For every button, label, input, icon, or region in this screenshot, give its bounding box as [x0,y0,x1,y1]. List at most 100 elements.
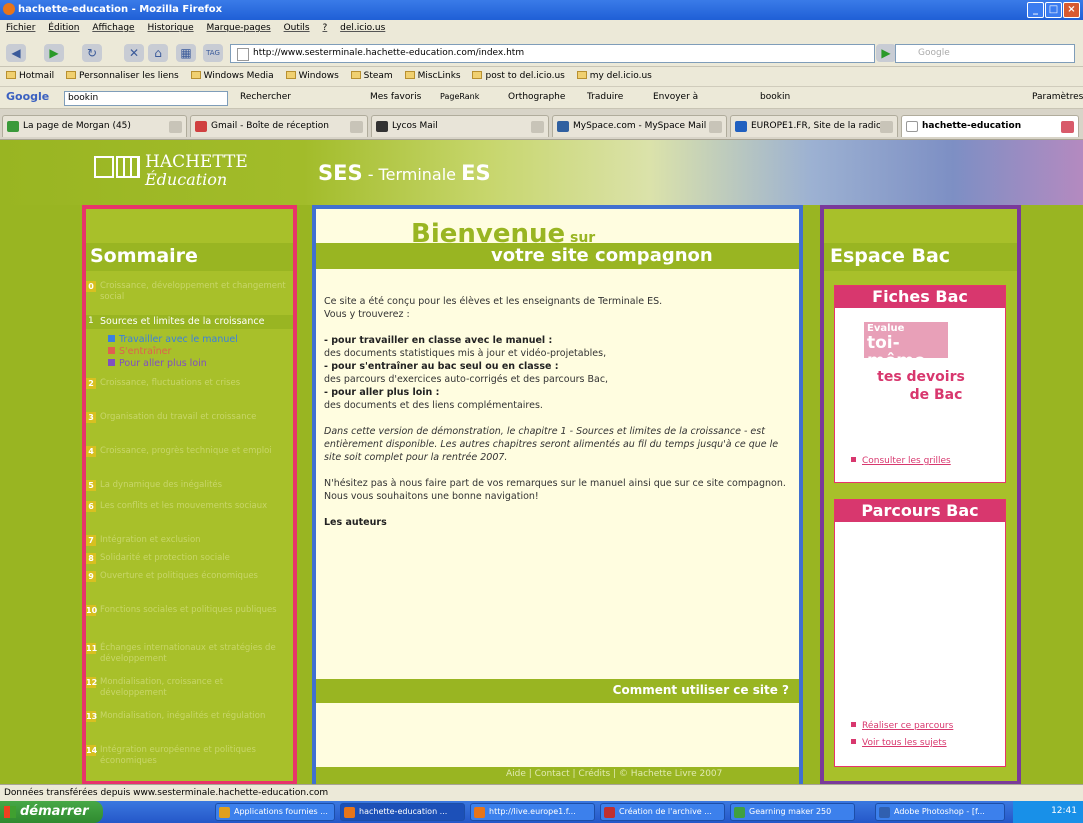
sub-label: S'entraîner [119,346,172,357]
ses-title: SES - Terminale ES [318,161,491,185]
authors-signature: Les auteurs [324,517,387,528]
espace-bac-heading: Espace Bac [824,243,1017,271]
tab-gmail[interactable]: Gmail - Boîte de réception [190,115,368,137]
toc-num: 2 [86,378,96,389]
google-logo: Google [6,90,50,103]
toc-sub-aller-plus-loin[interactable]: Pour aller plus loin [108,358,207,369]
tag-icon[interactable]: TAG [203,44,223,62]
tab-myspace[interactable]: MySpace.com - MySpace Mail [552,115,727,137]
favicon [557,121,569,132]
tab-hachette[interactable]: hachette-education [901,115,1079,137]
menu-aide[interactable]: ? [322,23,327,33]
sommaire-panel: Sommaire 0 Croissance, développement et c… [82,205,297,784]
toc-label: Ouverture et politiques économiques [100,571,258,581]
mes-favoris-button[interactable]: Mes favoris [370,92,421,102]
tab-lycos[interactable]: Lycos Mail [371,115,549,137]
taskbar-item-europe1[interactable]: http://live.europe1.f... [470,803,595,821]
hachette-logo-mark [94,156,114,178]
bookmark-personnaliser[interactable]: Personnaliser les liens [65,71,179,81]
minimize-button[interactable]: _ [1027,2,1044,18]
bookmark-windows-media[interactable]: Windows Media [190,71,274,81]
toc-label: Mondialisation, croissance et développem… [100,677,224,698]
bookmark-label: post to del.icio.us [485,71,565,81]
reload-icon[interactable]: ↻ [82,44,102,62]
footer-links[interactable]: Aide | Contact | Crédits | © Hachette Li… [316,767,799,784]
bookmark-misclinks[interactable]: MiscLinks [404,71,461,81]
taskbar-item-hachette[interactable]: hachette-education ... [340,803,465,821]
toc-item-1-active[interactable]: 1 Sources et limites de la croissance [86,315,293,329]
traduire-button[interactable]: Traduire [587,92,623,102]
bookmark-my-delicious[interactable]: my del.icio.us [576,71,652,81]
clock: 12:41 [1051,806,1077,816]
menu-delicious[interactable]: del.icio.us [340,23,385,33]
comment-utiliser-link[interactable]: Comment utiliser ce site ? [316,679,799,703]
menu-marque-pages[interactable]: Marque-pages [207,23,271,33]
save-icon[interactable]: ▦ [176,44,196,62]
bookmark-steam[interactable]: Steam [350,71,393,81]
google-search-input[interactable]: bookin [64,91,228,106]
web-page: HACHETTE Éducation SES - Terminale ES So… [0,140,1083,784]
parametres-button[interactable]: Paramètres [1032,92,1083,102]
toc-num: 10 [86,605,98,616]
taskbar-item-applications[interactable]: Applications fournies ... [215,803,335,821]
close-tab-icon[interactable] [709,121,722,133]
menu-outils[interactable]: Outils [284,23,310,33]
rechercher-button[interactable]: Rechercher [240,92,291,102]
go-icon[interactable]: ▶ [876,44,896,62]
taskbar-item-photoshop[interactable]: Adobe Photoshop - [f... [875,803,1005,821]
stop-icon[interactable]: ✕ [124,44,144,62]
envoyer-button[interactable]: Envoyer à [653,92,698,102]
bookmark-hotmail[interactable]: Hotmail [6,71,54,81]
feature-heading-2: - pour s'entraîner au bac seul ou en cla… [324,361,559,372]
toimeme-label: toi-même [867,333,926,371]
tab-europe1[interactable]: EUROPE1.FR, Site de la radio... [730,115,898,137]
maximize-button[interactable]: □ [1045,2,1062,18]
search-box[interactable]: Google [895,44,1075,63]
app-icon [344,807,355,818]
toc-sub-sentrainer[interactable]: S'entraîner [108,346,171,357]
tab-morgan[interactable]: La page de Morgan (45) [2,115,187,137]
folder-icon [576,71,587,79]
task-label: hachette-education ... [359,807,448,816]
orthographe-button[interactable]: Orthographe [508,92,565,102]
menu-fichier[interactable]: Fichier [6,23,35,33]
sub-label: Travailler avec le manuel [119,334,238,345]
toc-num: 9 [86,571,96,582]
toc-item-0[interactable]: 0 Croissance, développement et changement… [86,281,293,303]
start-button[interactable]: démarrer [0,801,103,823]
app-icon [879,807,890,818]
taskbar-item-gearning[interactable]: Gearning maker 250 [730,803,855,821]
toc-num: 13 [86,711,98,722]
toc-num: 3 [86,412,96,423]
close-tab-icon[interactable] [169,121,182,133]
menu-historique[interactable]: Historique [147,23,193,33]
folder-icon [6,71,16,79]
google-toolbar: Google bookin Rechercher Mes favoris Pag… [0,87,1083,109]
back-icon[interactable]: ◀ [6,44,26,62]
bookmark-windows[interactable]: Windows [285,71,339,81]
toc-sub-travailler[interactable]: Travailler avec le manuel [108,334,238,345]
status-bar: Données transférées depuis www.sestermin… [0,784,1083,801]
close-tab-icon[interactable] [531,121,544,133]
consulter-grilles-link[interactable]: Consulter les grilles [851,456,951,466]
close-button[interactable]: × [1063,2,1080,18]
close-tab-icon[interactable] [350,121,363,133]
hachette-logo[interactable]: HACHETTE Éducation [145,154,248,189]
toc-label: Intégration européenne et politiques éco… [100,745,256,766]
toc-num: 6 [86,501,96,512]
devoirs-line1: tes devoirs [877,369,965,385]
close-tab-icon[interactable] [880,121,893,133]
close-tab-icon[interactable] [1061,121,1074,133]
voir-sujets-link[interactable]: Voir tous les sujets [851,738,947,748]
home-icon[interactable]: ⌂ [148,44,168,62]
url-bar[interactable]: http://www.sesterminale.hachette-educati… [230,44,875,63]
tab-bar: La page de Morgan (45) Gmail - Boîte de … [0,109,1083,140]
taskbar-item-archive[interactable]: Création de l'archive ... [600,803,725,821]
forward-icon[interactable]: ▶ [44,44,64,62]
realiser-parcours-link[interactable]: Réaliser ce parcours [851,721,953,731]
bookin-button[interactable]: bookin [760,92,790,102]
bullet-icon [108,347,115,354]
menu-affichage[interactable]: Affichage [92,23,134,33]
menu-edition[interactable]: Édition [48,23,79,33]
bookmark-post-delicious[interactable]: post to del.icio.us [472,71,565,81]
